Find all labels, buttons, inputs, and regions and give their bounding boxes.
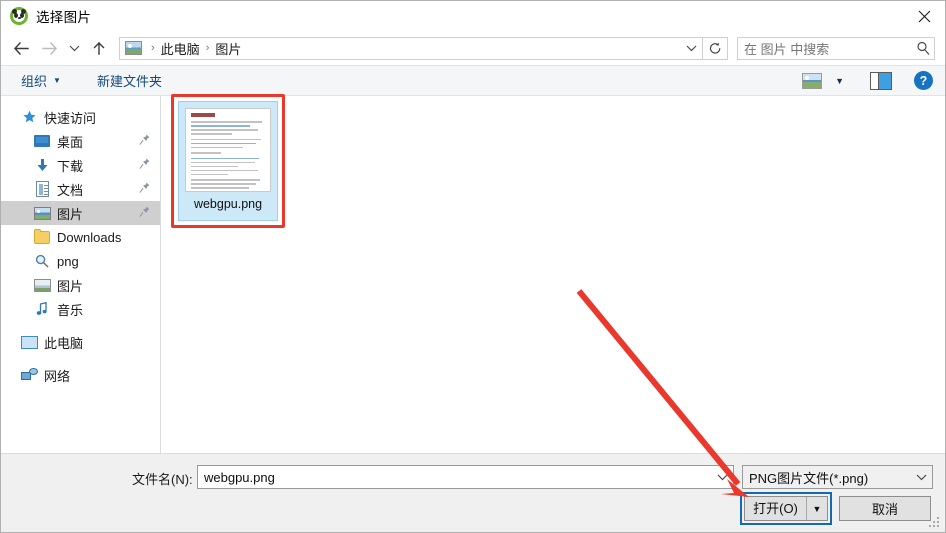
sidebar-item-network[interactable]: 网络 [1, 363, 160, 387]
pictures-folder-icon [125, 41, 142, 55]
sidebar-item-label: Downloads [57, 229, 122, 245]
sidebar-item-label: 快速访问 [44, 110, 97, 126]
breadcrumb[interactable]: › 此电脑 › 图片 [120, 39, 680, 58]
filename-label: 文件名(N): [132, 472, 193, 487]
sidebar-item-pictures[interactable]: 图片 [1, 201, 160, 225]
pictures-icon [33, 204, 51, 222]
search-icon[interactable] [912, 41, 934, 55]
network-icon [20, 366, 38, 384]
new-folder-label: 新建文件夹 [96, 74, 162, 89]
search-input[interactable]: 在 图片 中搜索 [737, 36, 935, 60]
sidebar-item-png[interactable]: png [1, 249, 160, 273]
new-folder-button[interactable]: 新建文件夹 [88, 66, 171, 95]
file-item-webgpu[interactable]: webgpu.png [178, 101, 278, 221]
pin-icon[interactable] [139, 134, 150, 149]
command-bar-right: ▼ ? [802, 66, 945, 95]
organize-label: 组织 [21, 74, 48, 89]
sidebar-item-label: png [57, 253, 79, 269]
chevron-down-icon[interactable] [910, 473, 932, 481]
downloads-arrow-icon [33, 156, 51, 174]
saved-search-icon [33, 252, 51, 270]
address-bar[interactable]: › 此电脑 › 图片 [119, 36, 703, 60]
window-title: 选择图片 [36, 10, 92, 25]
file-thumbnail [185, 108, 271, 192]
open-dropdown-icon[interactable]: ▼ [806, 497, 827, 520]
navigation-pane: 快速访问 桌面 下载 文档 图片 Downloads png 图片 音乐 此电脑… [1, 96, 161, 453]
refresh-icon[interactable] [703, 36, 728, 60]
change-view-icon[interactable] [802, 72, 823, 89]
music-note-icon [33, 300, 51, 318]
sidebar-item-this-pc[interactable]: 此电脑 [1, 330, 160, 354]
up-icon[interactable] [85, 35, 113, 61]
file-name-label: webgpu.png [193, 197, 263, 211]
recent-locations-icon[interactable] [63, 35, 85, 61]
file-list-pane[interactable]: webgpu.png [162, 94, 945, 453]
pin-icon[interactable] [139, 206, 150, 221]
sidebar-item-downloads[interactable]: Downloads [1, 225, 160, 249]
star-quick-access-icon [20, 108, 38, 126]
breadcrumb-item-pictures[interactable]: 图片 [215, 39, 241, 58]
pictures-library-icon [33, 276, 51, 294]
title-bar: 选择图片 [1, 1, 945, 31]
sidebar-item-label: 音乐 [57, 302, 84, 318]
sidebar-item-label: 桌面 [57, 134, 84, 150]
sidebar-item-label: 此电脑 [44, 335, 84, 351]
sidebar-item-label: 网络 [44, 368, 71, 384]
breadcrumb-item-this-pc[interactable]: 此电脑 [161, 39, 200, 58]
close-icon[interactable] [901, 1, 945, 31]
panda-icon [10, 7, 28, 25]
file-type-value: PNG图片文件(*.png) [749, 470, 869, 486]
desktop-icon [33, 132, 51, 150]
help-icon[interactable]: ? [914, 71, 933, 90]
navigation-bar: › 此电脑 › 图片 在 图片 中搜索 [1, 31, 945, 65]
sidebar-item-label: 文档 [57, 182, 84, 198]
cancel-button[interactable]: 取消 [839, 496, 931, 521]
sidebar-item-label: 图片 [57, 278, 84, 294]
back-icon[interactable] [7, 35, 35, 61]
folder-icon [33, 228, 51, 246]
this-pc-icon [20, 333, 38, 351]
address-dropdown-icon[interactable] [680, 38, 702, 59]
breadcrumb-separator: › [205, 42, 210, 54]
chevron-down-icon[interactable] [711, 473, 733, 481]
sidebar-item-quick-access[interactable]: 快速访问 [1, 105, 160, 129]
pin-icon[interactable] [139, 182, 150, 197]
file-type-select[interactable]: PNG图片文件(*.png) [742, 465, 933, 489]
open-button-label[interactable]: 打开(O) [745, 497, 806, 520]
filename-input[interactable]: webgpu.png [197, 465, 734, 489]
command-bar: 组织 ▼ 新建文件夹 ▼ ? [1, 65, 945, 96]
resize-grip[interactable] [929, 517, 941, 529]
forward-icon[interactable] [35, 35, 63, 61]
organize-button[interactable]: 组织 ▼ [12, 66, 70, 95]
file-open-dialog: 选择图片 › 此电脑 › 图片 在 图片 中搜索 组织 ▼ 新建文件夹 ▼ ? … [0, 0, 946, 533]
sidebar-item-music[interactable]: 音乐 [1, 297, 160, 321]
search-placeholder: 在 图片 中搜索 [744, 41, 830, 57]
sidebar-item-label: 下载 [57, 158, 84, 174]
sidebar-item-label: 图片 [57, 206, 84, 222]
sidebar-item-desktop[interactable]: 桌面 [1, 129, 160, 153]
open-button[interactable]: 打开(O) ▼ [744, 496, 828, 521]
sidebar-item-downloads-cn[interactable]: 下载 [1, 153, 160, 177]
dialog-body: 快速访问 桌面 下载 文档 图片 Downloads png 图片 音乐 此电脑… [1, 94, 945, 453]
sidebar-item-documents[interactable]: 文档 [1, 177, 160, 201]
chevron-down-icon: ▼ [53, 76, 61, 85]
preview-pane-icon[interactable] [870, 71, 892, 90]
sidebar-item-pictures-library[interactable]: 图片 [1, 273, 160, 297]
view-dropdown-icon[interactable]: ▼ [835, 76, 844, 86]
breadcrumb-separator: › [151, 42, 155, 54]
pin-icon[interactable] [139, 158, 150, 173]
filename-value: webgpu.png [204, 469, 275, 485]
documents-icon [33, 180, 51, 198]
